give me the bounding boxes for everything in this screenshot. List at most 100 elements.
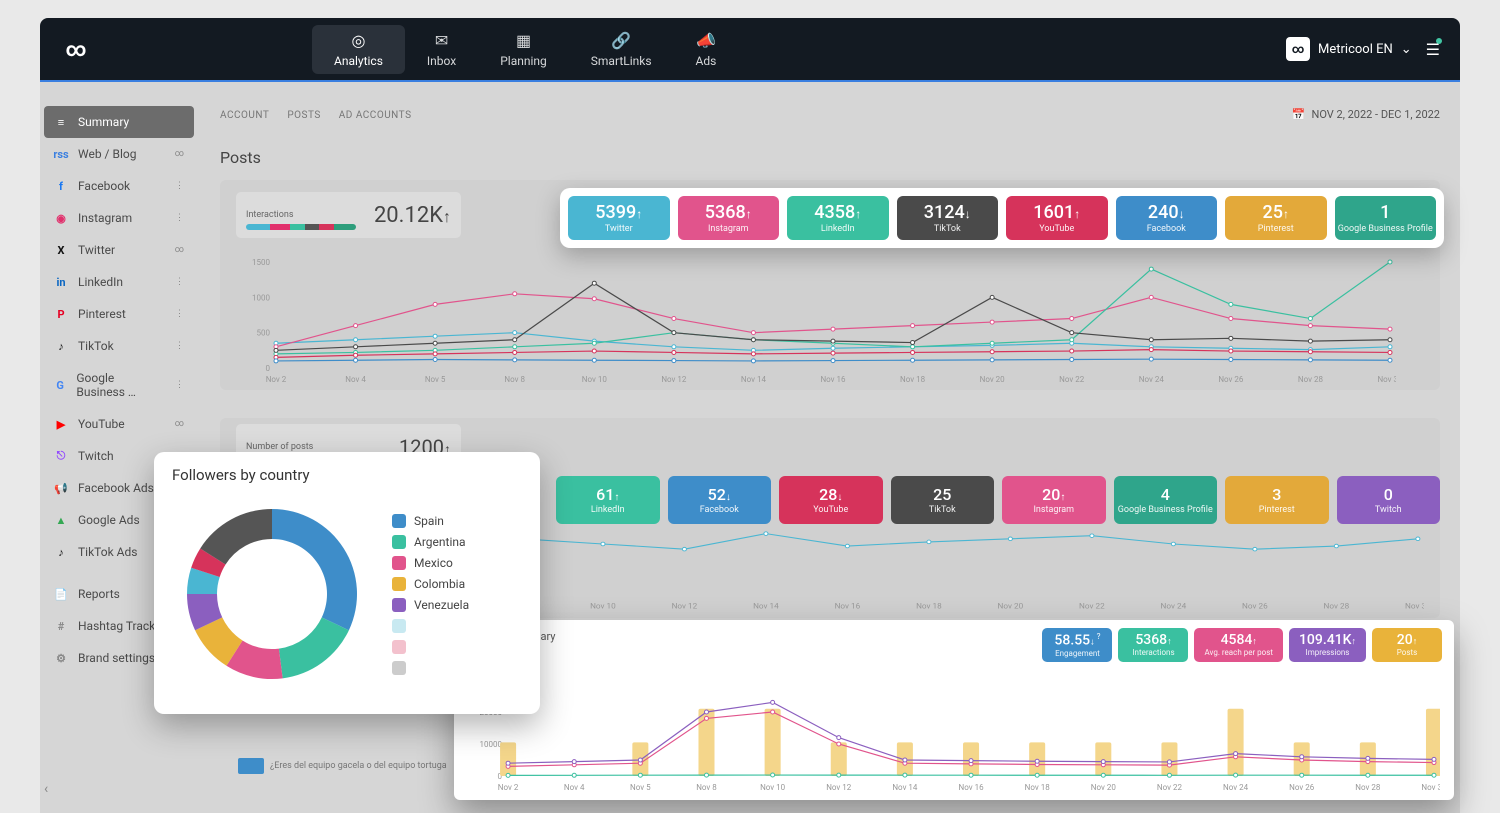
svg-text:Nov 14: Nov 14: [753, 602, 779, 610]
sidebar-item-web-blog[interactable]: rssWeb / Blog∞: [44, 138, 194, 170]
card-value: 3: [1272, 485, 1281, 504]
card-label: LinkedIn: [591, 505, 625, 515]
sidebar-item-twitter[interactable]: XTwitter∞: [44, 234, 194, 266]
svg-text:0: 0: [266, 364, 271, 373]
nav-tab-label: Ads: [696, 54, 717, 68]
legend-swatch: [392, 619, 406, 633]
card-value: 240↓: [1148, 202, 1185, 223]
legend-label: Venezuela: [414, 598, 469, 612]
metric-card-linkedin[interactable]: 4358↑LinkedIn: [787, 196, 889, 240]
legend-item: Spain: [392, 514, 469, 528]
interactions-value: 20.12K↑: [374, 203, 451, 228]
metric-card-pinterest[interactable]: 25↑Pinterest: [1225, 196, 1327, 240]
svg-text:Nov 22: Nov 22: [1157, 783, 1183, 792]
svg-text:Nov 12: Nov 12: [826, 783, 852, 792]
metric-card-instagram[interactable]: 20↑Instagram: [1002, 476, 1106, 524]
interactions-cards-row: 5399↑Twitter5368↑Instagram4358↑LinkedIn3…: [560, 188, 1444, 248]
ads-icon: 📣: [696, 31, 716, 50]
card-value: 5368↑: [705, 202, 752, 223]
card-value: 28↓: [819, 485, 842, 504]
sidebar-label: TikTok: [78, 339, 114, 353]
brand-selector[interactable]: ∞ Metricool EN ⌄: [1286, 37, 1412, 61]
sidebar-icon: P: [54, 307, 68, 321]
sidebar-icon: ≡: [54, 115, 68, 129]
organic-card-interactions[interactable]: 5368↑Interactions: [1118, 628, 1188, 662]
interactions-label: Interactions: [246, 210, 294, 220]
svg-text:Nov 20: Nov 20: [1091, 783, 1117, 792]
metric-card-google-business-profile[interactable]: 4Google Business Profile: [1114, 476, 1218, 524]
smartlinks-icon: 🔗: [611, 31, 631, 50]
svg-text:Nov 4: Nov 4: [564, 783, 585, 792]
collapse-sidebar-button[interactable]: ‹: [44, 781, 48, 797]
metric-card-tiktok[interactable]: 3124↓TikTok: [897, 196, 999, 240]
metric-card-instagram[interactable]: 5368↑Instagram: [678, 196, 780, 240]
metric-card-tiktok[interactable]: 25TikTok: [891, 476, 995, 524]
sidebar-badge: ∞: [175, 245, 184, 255]
sidebar-icon: ▲: [54, 513, 68, 527]
sidebar-item-instagram[interactable]: ◉Instagram⋮: [44, 202, 194, 234]
sidebar-item-summary[interactable]: ≡Summary: [44, 106, 194, 138]
post-preview-row[interactable]: ¿Eres del equipo gacela o del equipo tor…: [238, 758, 447, 774]
nav-tab-ads[interactable]: 📣 Ads: [674, 25, 739, 74]
metric-card-facebook[interactable]: 240↓Facebook: [1116, 196, 1218, 240]
sidebar-item-pinterest[interactable]: PPinterest⋮: [44, 298, 194, 330]
card-value: 25: [933, 485, 951, 504]
sidebar-item-facebook[interactable]: fFacebook⋮: [44, 170, 194, 202]
legend-swatch: [392, 661, 406, 675]
organic-cards: 58.55↓ ?Engagement5368↑Interactions4584↑…: [1042, 628, 1442, 662]
svg-text:10000: 10000: [480, 740, 503, 749]
metric-card-youtube[interactable]: 28↓YouTube: [779, 476, 883, 524]
nav-tab-inbox[interactable]: ✉Inbox: [405, 25, 478, 74]
metric-card-youtube[interactable]: 1601↑YouTube: [1006, 196, 1108, 240]
sidebar-badge: ∞: [175, 419, 184, 429]
card-label: Facebook: [1147, 224, 1186, 234]
subtab-account[interactable]: ACCOUNT: [220, 110, 269, 121]
metric-card-google-business-profile[interactable]: 1Google Business Profile: [1335, 196, 1437, 240]
nav-tab-analytics[interactable]: ◎Analytics: [312, 25, 405, 74]
nav-tab-smartlinks[interactable]: 🔗 SmartLinks: [569, 25, 674, 74]
svg-text:Nov 2: Nov 2: [266, 375, 287, 384]
sidebar-badge: ⋮: [175, 181, 184, 191]
svg-text:Nov 14: Nov 14: [892, 783, 918, 792]
card-label: TikTok: [929, 505, 956, 515]
card-label: Interactions: [1132, 648, 1174, 657]
svg-text:Nov 26: Nov 26: [1289, 783, 1315, 792]
subtab-ad-accounts[interactable]: AD ACCOUNTS: [339, 110, 412, 121]
sidebar-label: Brand settings: [78, 651, 155, 665]
metric-card-pinterest[interactable]: 3Pinterest: [1225, 476, 1329, 524]
svg-text:Nov 26: Nov 26: [1242, 602, 1268, 610]
legend-swatch: [392, 598, 406, 612]
interactions-distribution-bar: [246, 224, 356, 230]
sidebar-icon: 📢: [54, 481, 68, 495]
nav-tab-label: SmartLinks: [591, 54, 652, 68]
card-value: 5399↑: [595, 202, 642, 223]
metric-card-twitch[interactable]: 0Twitch: [1337, 476, 1441, 524]
date-range-text: NOV 2, 2022 - DEC 1, 2022: [1312, 108, 1441, 121]
sidebar-item-linkedin[interactable]: inLinkedIn⋮: [44, 266, 194, 298]
metric-card-facebook[interactable]: 52↓Facebook: [668, 476, 772, 524]
interactions-summary[interactable]: Interactions 20.12K↑: [236, 192, 461, 238]
sidebar-label: Twitch: [78, 449, 114, 463]
legend-label: Spain: [414, 514, 444, 528]
notifications-icon[interactable]: ☰: [1426, 40, 1440, 59]
sidebar-item-tiktok[interactable]: ♪TikTok⋮: [44, 330, 194, 362]
card-label: LinkedIn: [821, 224, 855, 234]
card-label: YouTube: [1039, 224, 1074, 234]
organic-card-avg-reach-per-post[interactable]: 4584↑Avg. reach per post: [1194, 628, 1282, 662]
metric-card-linkedin[interactable]: 61↑LinkedIn: [556, 476, 660, 524]
followers-legend: SpainArgentinaMexicoColombiaVenezuela: [392, 514, 469, 675]
sidebar-item-youtube[interactable]: ▶YouTube∞: [44, 408, 194, 440]
organic-card-engagement[interactable]: 58.55↓ ?Engagement: [1042, 628, 1112, 662]
metric-card-twitter[interactable]: 5399↑Twitter: [568, 196, 670, 240]
logo-icon[interactable]: ∞: [60, 33, 92, 65]
date-range-picker[interactable]: 📅 NOV 2, 2022 - DEC 1, 2022: [1292, 108, 1440, 121]
sidebar-item-google-business-[interactable]: GGoogle Business …⋮: [44, 362, 194, 408]
subtab-posts[interactable]: POSTS: [287, 110, 320, 121]
svg-text:Nov 2: Nov 2: [498, 783, 519, 792]
organic-card-posts[interactable]: 20↑Posts: [1372, 628, 1442, 662]
nav-tab-planning[interactable]: ▦Planning: [478, 25, 569, 74]
svg-text:Nov 16: Nov 16: [835, 602, 861, 610]
organic-card-impressions[interactable]: 109.41K↑Impressions: [1289, 628, 1366, 662]
sidebar-icon: ▶: [54, 417, 68, 431]
nav-tab-label: Planning: [500, 54, 547, 68]
